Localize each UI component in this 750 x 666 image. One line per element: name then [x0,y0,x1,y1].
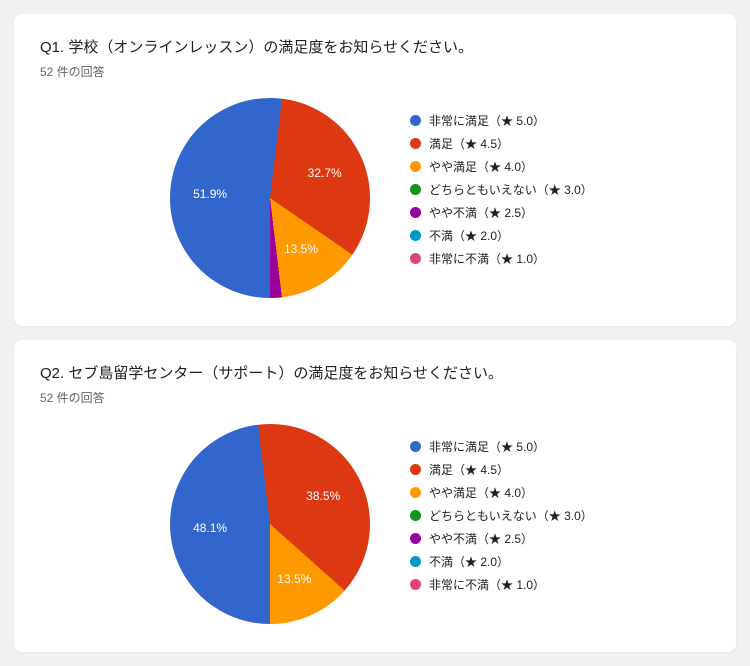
question-title: Q2. セブ島留学センター（サポート）の満足度をお知らせください。 [40,362,710,383]
legend-item: 不満（★ 2.0） [410,227,593,244]
legend: 非常に満足（★ 5.0） 満足（★ 4.5） やや満足（★ 4.0） どちらともいえな… [410,112,593,267]
legend-swatch [410,161,421,172]
legend-swatch [410,207,421,218]
legend-swatch [410,510,421,521]
legend-label: 満足（★ 4.5） [429,135,509,152]
legend-swatch [410,184,421,195]
legend-label: どちらともいえない（★ 3.0） [429,507,593,524]
question-title: Q1. 学校（オンラインレッスン）の満足度をお知らせください。 [40,36,710,57]
legend-item: 不満（★ 2.0） [410,553,593,570]
response-count: 52 件の回答 [40,389,710,406]
legend-label: 不満（★ 2.0） [429,553,509,570]
chart-row: 51.9%32.7%13.5% 非常に満足（★ 5.0） 満足（★ 4.5） やや満… [40,98,710,298]
legend-label: やや満足（★ 4.0） [429,484,533,501]
legend-label: 満足（★ 4.5） [429,461,509,478]
legend-item: 満足（★ 4.5） [410,461,593,478]
legend-swatch [410,441,421,452]
legend-swatch [410,115,421,126]
legend-label: やや不満（★ 2.5） [429,530,533,547]
legend-item: どちらともいえない（★ 3.0） [410,507,593,524]
legend-label: どちらともいえない（★ 3.0） [429,181,593,198]
legend-item: やや満足（★ 4.0） [410,484,593,501]
legend-label: 非常に満足（★ 5.0） [429,438,545,455]
legend-swatch [410,230,421,241]
legend-label: やや満足（★ 4.0） [429,158,533,175]
question-card-2: Q2. セブ島留学センター（サポート）の満足度をお知らせください。 52 件の回… [14,340,736,652]
legend-label: 不満（★ 2.0） [429,227,509,244]
legend-swatch [410,138,421,149]
legend-label: 非常に不満（★ 1.0） [429,250,545,267]
legend-item: どちらともいえない（★ 3.0） [410,181,593,198]
question-card-1: Q1. 学校（オンラインレッスン）の満足度をお知らせください。 52 件の回答 … [14,14,736,326]
legend-item: やや満足（★ 4.0） [410,158,593,175]
legend-item: 非常に不満（★ 1.0） [410,250,593,267]
response-count: 52 件の回答 [40,63,710,80]
legend-item: やや不満（★ 2.5） [410,530,593,547]
legend-item: 非常に満足（★ 5.0） [410,112,593,129]
legend-swatch [410,253,421,264]
page: Q1. 学校（オンラインレッスン）の満足度をお知らせください。 52 件の回答 … [0,14,750,652]
legend-swatch [410,487,421,498]
legend-swatch [410,464,421,475]
legend-item: 非常に不満（★ 1.0） [410,576,593,593]
pie-graphic [170,98,370,298]
pie-graphic [170,424,370,624]
chart-row: 48.1%38.5%13.5% 非常に満足（★ 5.0） 満足（★ 4.5） やや満… [40,424,710,624]
legend: 非常に満足（★ 5.0） 満足（★ 4.5） やや満足（★ 4.0） どちらともいえな… [410,438,593,593]
pie-chart-1: 51.9%32.7%13.5% [170,98,370,298]
legend-swatch [410,579,421,590]
legend-label: 非常に不満（★ 1.0） [429,576,545,593]
legend-item: やや不満（★ 2.5） [410,204,593,221]
legend-label: やや不満（★ 2.5） [429,204,533,221]
legend-item: 満足（★ 4.5） [410,135,593,152]
legend-swatch [410,533,421,544]
pie-chart-2: 48.1%38.5%13.5% [170,424,370,624]
legend-swatch [410,556,421,567]
legend-item: 非常に満足（★ 5.0） [410,438,593,455]
legend-label: 非常に満足（★ 5.0） [429,112,545,129]
